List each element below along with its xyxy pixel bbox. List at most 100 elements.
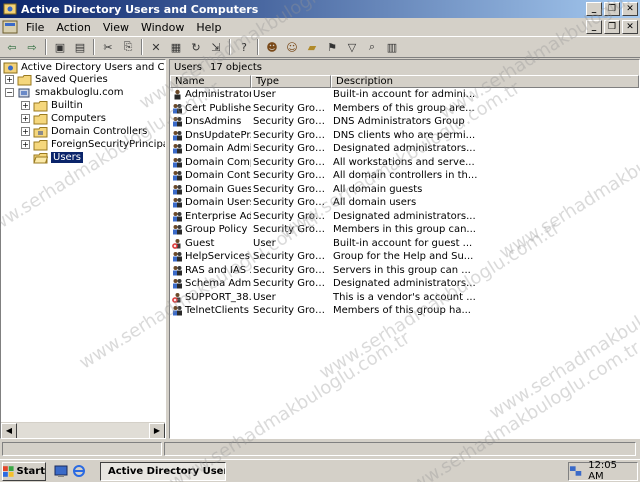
table-row[interactable]: TelnetClients Security Group ...Members o… [170,304,639,318]
toolbar: ⇦ ⇨ ▣ ▤ ✂ ⎘ ✕ ▦ ↻ ⇲ ? ☻ ☺ ▰ ⚑ ▽ ⌕ ▥ [0,36,640,58]
cell-description: Members of this group ha... [333,305,471,317]
export-list-icon[interactable]: ⇲ [206,38,226,56]
add-to-group-icon[interactable]: ⚑ [322,38,342,56]
table-row[interactable]: Group Policy ...Security Group ...Member… [170,223,639,237]
cell-type: Security Group ... [253,264,331,276]
table-row[interactable]: Domain UsersSecurity Group ...All domain… [170,196,639,210]
show-desktop-icon[interactable] [54,464,68,478]
details-pane[interactable]: Users 17 objects Name Type Description A… [169,59,640,439]
minimize-button[interactable]: _ [586,2,602,16]
cut-icon[interactable]: ✂ [98,38,118,56]
ou-folder-icon [33,126,48,137]
clock[interactable]: 12:05 AM [588,460,633,482]
tree-item-domain-controllers[interactable]: + Domain Controllers [21,125,147,138]
menu-file[interactable]: File [20,21,50,34]
tree-item-saved-queries[interactable]: + Saved Queries [5,73,108,86]
scroll-left-icon[interactable]: ◀ [1,422,17,438]
new-group-icon[interactable]: ☺ [282,38,302,56]
cell-description: Built-in account for admini... [333,89,476,101]
cell-description: Designated administrators... [333,278,476,290]
menu-window[interactable]: Window [135,21,190,34]
child-close-button[interactable]: ✕ [622,20,638,34]
expand-icon[interactable]: + [5,75,14,84]
tree-item-users[interactable]: Users [33,151,84,164]
close-button[interactable]: ✕ [622,2,638,16]
object-name: TelnetClients [185,305,249,317]
cell-description: All domain guests [333,183,423,195]
tree-label: Builtin [51,100,83,111]
help-icon[interactable]: ? [234,38,254,56]
table-row[interactable]: Cert PublishersSecurity Group ...Members… [170,102,639,116]
cell-type: Security Group ... [253,197,331,209]
refresh-icon[interactable]: ↻ [186,38,206,56]
new-ou-icon[interactable]: ▰ [302,38,322,56]
table-row[interactable]: Domain GuestsSecurity Group ...All domai… [170,183,639,197]
menu-help[interactable]: Help [190,21,227,34]
object-list: Administrator User Built-in account for ad… [170,88,639,318]
filter-icon[interactable]: ▽ [342,38,362,56]
table-row[interactable]: Schema AdminsSecurity Group ...Designate… [170,277,639,291]
object-name: Domain Users [185,197,251,209]
table-row[interactable]: Administrator User Built-in account for ad… [170,88,639,102]
table-row[interactable]: Enterprise Ad...Security Group ...Design… [170,210,639,224]
maximize-button[interactable]: ❐ [604,2,620,16]
mmc-icon[interactable] [2,20,18,34]
user-icon [174,90,181,100]
expand-icon[interactable]: + [21,114,30,123]
group-icon [173,103,182,114]
table-row[interactable]: DnsAdmins Security Group ...DNS Administr… [170,115,639,129]
expand-icon[interactable]: + [21,127,30,136]
find-icon[interactable]: ⌕ [362,38,382,56]
table-row[interactable]: DnsUpdatePr...Security Group ...DNS clie… [170,129,639,143]
menu-view[interactable]: View [97,21,135,34]
back-icon[interactable]: ⇦ [2,38,22,56]
toolbar-separator [45,39,47,55]
column-header-description[interactable]: Description [331,75,639,88]
table-row[interactable]: Domain Comp...Security Group ...All work… [170,156,639,170]
ad-root-icon [3,62,18,73]
tree-pane[interactable]: Active Directory Users and Computers + S… [0,59,166,439]
network-icon[interactable] [569,465,582,477]
collapse-icon[interactable]: − [5,88,14,97]
horizontal-scrollbar[interactable]: ◀ ▶ [1,422,165,438]
show-tree-icon[interactable]: ▤ [70,38,90,56]
tree-item-builtin[interactable]: + Builtin [21,99,83,112]
table-row[interactable]: SUPPORT_38... User This is a vendor's acco… [170,291,639,305]
properties-icon[interactable]: ▦ [166,38,186,56]
child-restore-button[interactable]: ❐ [604,20,620,34]
object-name: RAS and IAS ... [185,264,251,276]
add-member-icon[interactable]: ▥ [382,38,402,56]
taskbar-app-button[interactable]: Active Directory User... [100,461,226,481]
table-row[interactable]: Domain AdminsSecurity Group ...Designate… [170,142,639,156]
table-row[interactable]: Domain Contr...Security Group ...All dom… [170,169,639,183]
child-minimize-button[interactable]: _ [586,20,602,34]
cell-type: Security Group ... [253,116,331,128]
group-icon [173,265,182,276]
tree-item-domain[interactable]: − smakbuloglu.com [5,86,123,99]
object-name: Domain Guests [185,183,251,195]
scroll-right-icon[interactable]: ▶ [149,422,165,438]
internet-explorer-icon[interactable] [72,464,86,478]
up-folder-icon[interactable]: ▣ [50,38,70,56]
table-row[interactable]: HelpServices...Security Group ...Group f… [170,250,639,264]
tree-item-foreign-security-principals[interactable]: + ForeignSecurityPrincipals [21,138,165,151]
table-row[interactable]: RAS and IAS ...Security Group ...Servers… [170,264,639,278]
column-header-name[interactable]: Name [170,75,251,88]
tree-label-selected: Users [51,152,84,163]
column-header-type[interactable]: Type [251,75,331,88]
table-row[interactable]: Guest User Built-in account for guest ... [170,237,639,251]
title-bar[interactable]: Active Directory Users and Computers _ ❐… [0,0,640,18]
tree-item-computers[interactable]: + Computers [21,112,106,125]
new-user-icon[interactable]: ☻ [262,38,282,56]
menu-action[interactable]: Action [50,21,96,34]
group-icon [173,306,182,316]
forward-icon[interactable]: ⇨ [22,38,42,56]
expand-icon[interactable]: + [21,140,30,149]
group-icon [173,225,182,235]
delete-icon[interactable]: ✕ [146,38,166,56]
group-icon [173,252,182,262]
start-button[interactable]: Start [2,461,46,481]
expand-icon[interactable]: + [21,101,30,110]
group-icon [173,198,182,208]
copy-icon[interactable]: ⎘ [118,38,138,56]
